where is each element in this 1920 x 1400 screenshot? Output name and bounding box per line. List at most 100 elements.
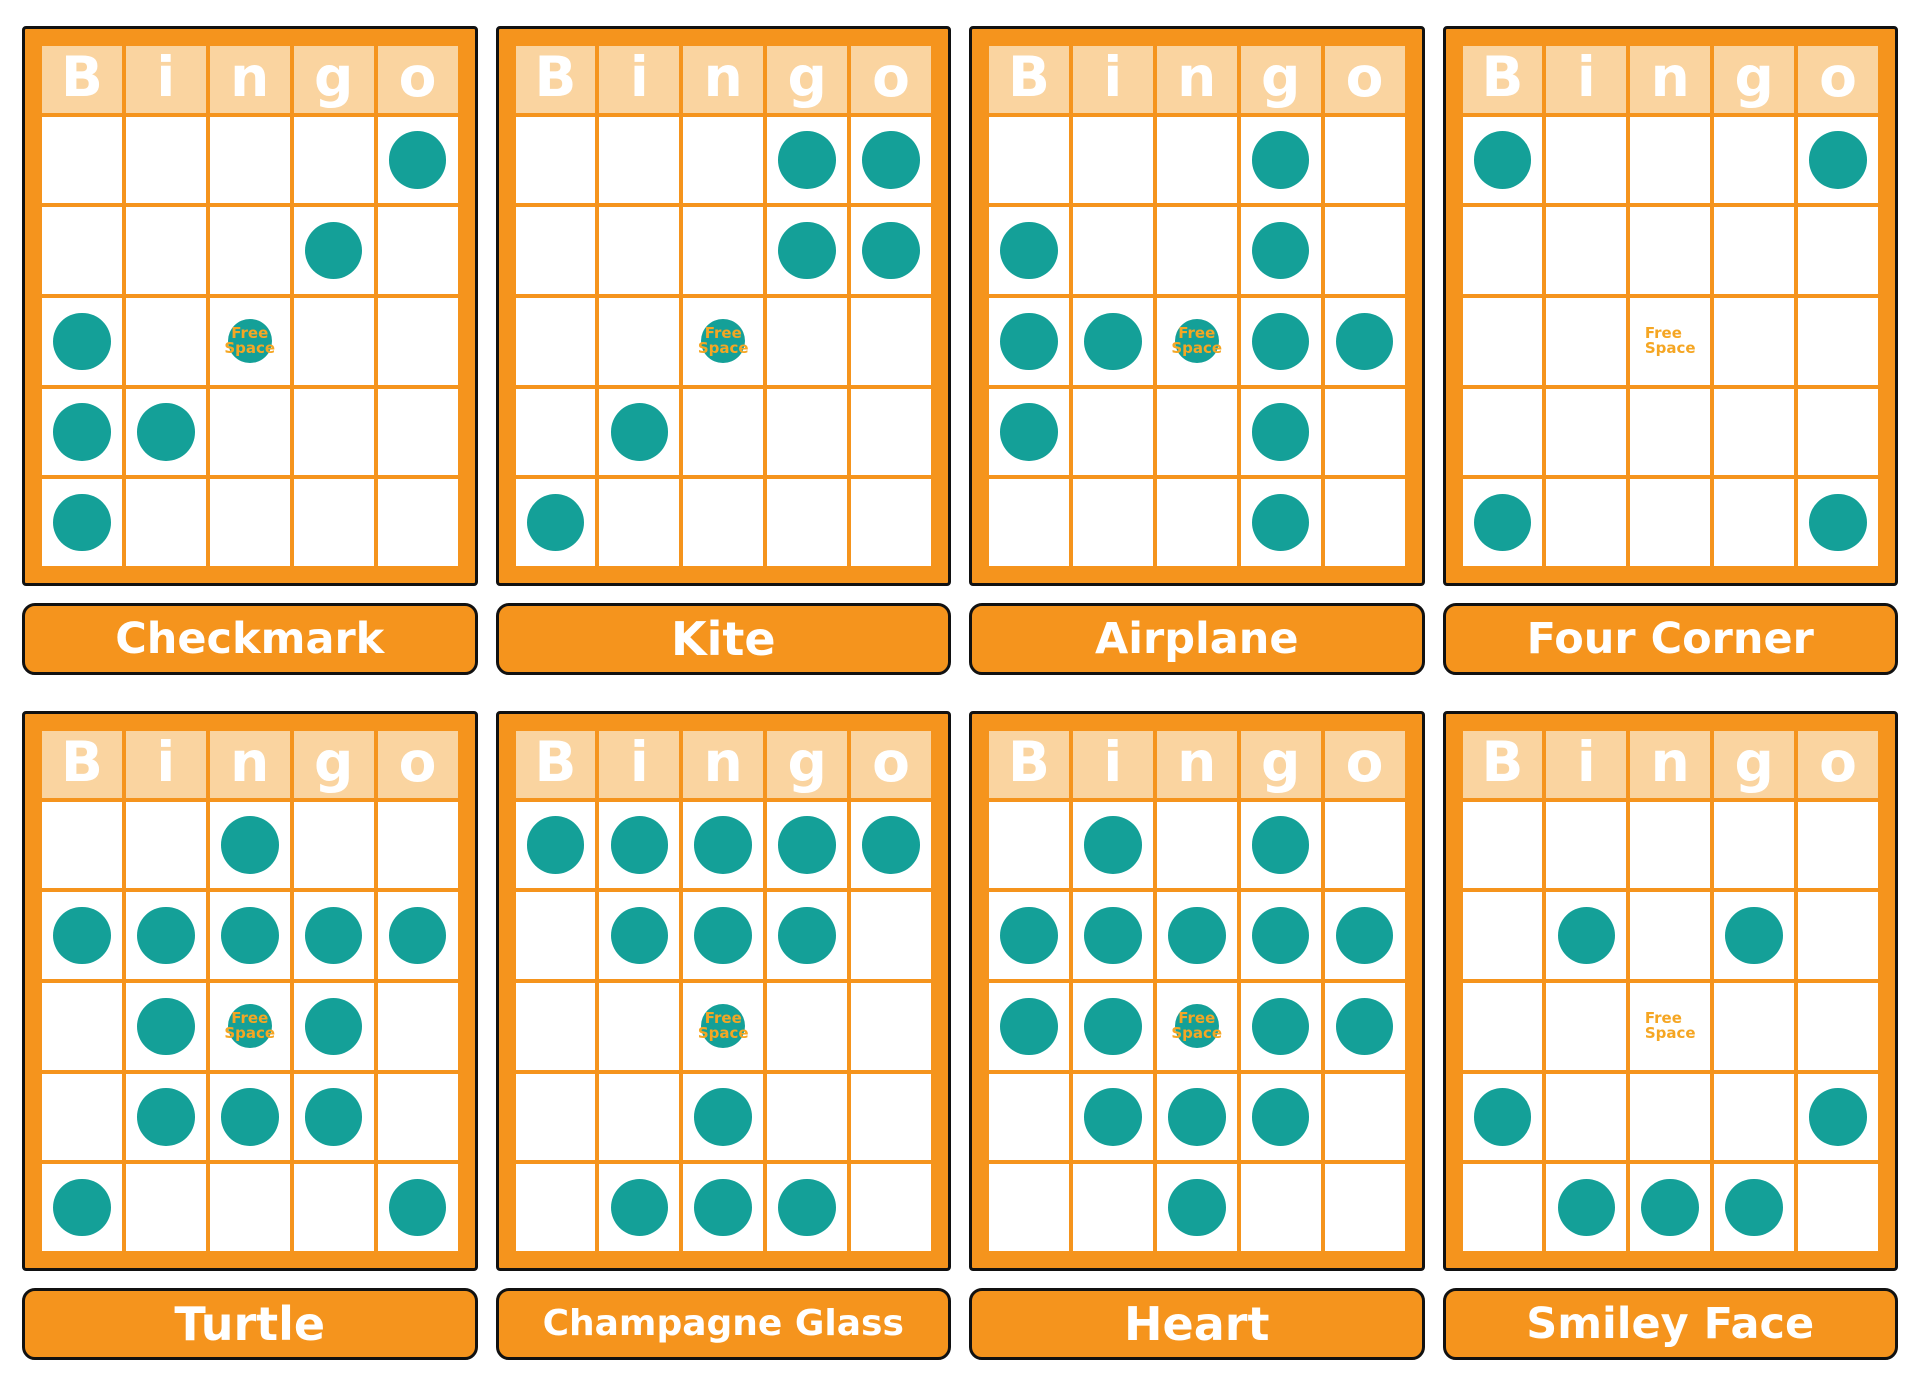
bingo-cell[interactable] bbox=[513, 386, 598, 478]
bingo-cell[interactable] bbox=[597, 114, 682, 206]
bingo-cell[interactable] bbox=[1796, 296, 1880, 387]
bingo-cell[interactable] bbox=[291, 114, 376, 206]
bingo-cell[interactable] bbox=[291, 1071, 376, 1163]
bingo-cell[interactable]: Free Space bbox=[1154, 981, 1239, 1072]
bingo-cell[interactable] bbox=[849, 890, 933, 982]
bingo-cell[interactable] bbox=[1796, 205, 1880, 297]
bingo-cell[interactable]: Free Space bbox=[681, 296, 766, 387]
bingo-cell[interactable] bbox=[1712, 981, 1797, 1072]
bingo-cell[interactable] bbox=[513, 890, 598, 982]
bingo-cell[interactable] bbox=[291, 386, 376, 478]
bingo-cell[interactable] bbox=[1460, 205, 1545, 297]
bingo-cell[interactable] bbox=[1154, 205, 1239, 297]
bingo-cell[interactable] bbox=[1322, 1071, 1407, 1163]
bingo-cell[interactable] bbox=[123, 890, 208, 982]
bingo-cell[interactable] bbox=[207, 1071, 292, 1163]
bingo-cell[interactable] bbox=[40, 205, 124, 297]
bingo-cell[interactable] bbox=[1712, 296, 1797, 387]
bingo-cell[interactable] bbox=[1322, 890, 1407, 982]
bingo-cell[interactable] bbox=[291, 799, 376, 891]
bingo-cell[interactable] bbox=[1544, 981, 1629, 1072]
bingo-cell[interactable] bbox=[1628, 477, 1713, 568]
bingo-cell[interactable] bbox=[40, 981, 124, 1072]
bingo-cell[interactable] bbox=[1070, 205, 1155, 297]
bingo-cell[interactable] bbox=[765, 477, 850, 568]
bingo-cell[interactable] bbox=[1070, 114, 1155, 206]
bingo-cell[interactable] bbox=[1070, 477, 1155, 568]
bingo-cell[interactable] bbox=[207, 799, 292, 891]
bingo-cell[interactable] bbox=[987, 890, 1071, 982]
bingo-cell[interactable] bbox=[513, 981, 598, 1072]
bingo-cell[interactable] bbox=[765, 205, 850, 297]
bingo-cell[interactable] bbox=[1628, 1162, 1713, 1253]
bingo-cell[interactable] bbox=[987, 386, 1071, 478]
bingo-cell[interactable] bbox=[987, 477, 1071, 568]
bingo-cell[interactable] bbox=[1238, 477, 1323, 568]
bingo-cell[interactable] bbox=[849, 1162, 933, 1253]
bingo-cell[interactable] bbox=[1712, 205, 1797, 297]
bingo-cell[interactable] bbox=[1544, 1071, 1629, 1163]
bingo-cell[interactable] bbox=[681, 386, 766, 478]
bingo-cell[interactable] bbox=[1460, 1071, 1545, 1163]
bingo-cell[interactable] bbox=[513, 1162, 598, 1253]
bingo-cell[interactable] bbox=[207, 205, 292, 297]
bingo-cell[interactable] bbox=[40, 890, 124, 982]
bingo-cell[interactable] bbox=[987, 205, 1071, 297]
bingo-cell[interactable] bbox=[1628, 205, 1713, 297]
bingo-cell[interactable] bbox=[1322, 981, 1407, 1072]
bingo-cell[interactable] bbox=[597, 890, 682, 982]
bingo-cell[interactable] bbox=[123, 114, 208, 206]
bingo-cell[interactable] bbox=[1796, 981, 1880, 1072]
bingo-cell[interactable] bbox=[849, 296, 933, 387]
bingo-cell[interactable] bbox=[1238, 114, 1323, 206]
bingo-cell[interactable] bbox=[1238, 386, 1323, 478]
bingo-cell[interactable] bbox=[291, 981, 376, 1072]
bingo-cell[interactable] bbox=[1154, 890, 1239, 982]
bingo-cell[interactable] bbox=[765, 1071, 850, 1163]
bingo-cell[interactable] bbox=[291, 205, 376, 297]
bingo-cell[interactable] bbox=[1796, 477, 1880, 568]
bingo-cell[interactable] bbox=[1322, 296, 1407, 387]
bingo-cell[interactable] bbox=[1238, 205, 1323, 297]
bingo-cell[interactable]: Free Space bbox=[681, 981, 766, 1072]
bingo-cell[interactable] bbox=[765, 114, 850, 206]
bingo-cell[interactable] bbox=[1712, 477, 1797, 568]
bingo-cell[interactable] bbox=[375, 114, 460, 206]
bingo-cell[interactable] bbox=[1322, 799, 1407, 891]
bingo-cell[interactable] bbox=[1322, 386, 1407, 478]
bingo-cell[interactable] bbox=[1712, 890, 1797, 982]
bingo-cell[interactable] bbox=[1796, 799, 1880, 891]
bingo-cell[interactable] bbox=[1628, 1071, 1713, 1163]
bingo-cell[interactable] bbox=[1628, 386, 1713, 478]
bingo-cell[interactable] bbox=[1070, 1162, 1155, 1253]
bingo-cell[interactable] bbox=[1070, 386, 1155, 478]
bingo-cell[interactable] bbox=[375, 1071, 460, 1163]
bingo-cell[interactable] bbox=[1322, 205, 1407, 297]
bingo-cell[interactable] bbox=[597, 386, 682, 478]
bingo-cell[interactable] bbox=[765, 1162, 850, 1253]
bingo-cell[interactable] bbox=[681, 799, 766, 891]
bingo-cell[interactable] bbox=[1460, 114, 1545, 206]
bingo-cell[interactable] bbox=[987, 799, 1071, 891]
bingo-cell[interactable] bbox=[1238, 799, 1323, 891]
bingo-cell[interactable] bbox=[681, 890, 766, 982]
bingo-cell[interactable] bbox=[1460, 386, 1545, 478]
bingo-cell[interactable] bbox=[765, 890, 850, 982]
bingo-cell[interactable] bbox=[1238, 1162, 1323, 1253]
bingo-cell[interactable] bbox=[597, 205, 682, 297]
bingo-cell[interactable] bbox=[291, 890, 376, 982]
bingo-cell[interactable] bbox=[291, 477, 376, 568]
bingo-cell[interactable] bbox=[207, 1162, 292, 1253]
bingo-cell[interactable] bbox=[1238, 1071, 1323, 1163]
bingo-cell[interactable] bbox=[1712, 1071, 1797, 1163]
bingo-cell[interactable] bbox=[987, 296, 1071, 387]
bingo-cell[interactable] bbox=[1460, 981, 1545, 1072]
bingo-cell[interactable] bbox=[1796, 890, 1880, 982]
bingo-cell[interactable] bbox=[1796, 1162, 1880, 1253]
bingo-cell[interactable] bbox=[40, 114, 124, 206]
bingo-cell[interactable] bbox=[375, 981, 460, 1072]
bingo-cell[interactable] bbox=[1238, 296, 1323, 387]
bingo-cell[interactable] bbox=[123, 1071, 208, 1163]
bingo-cell[interactable] bbox=[1628, 890, 1713, 982]
bingo-cell[interactable] bbox=[849, 114, 933, 206]
